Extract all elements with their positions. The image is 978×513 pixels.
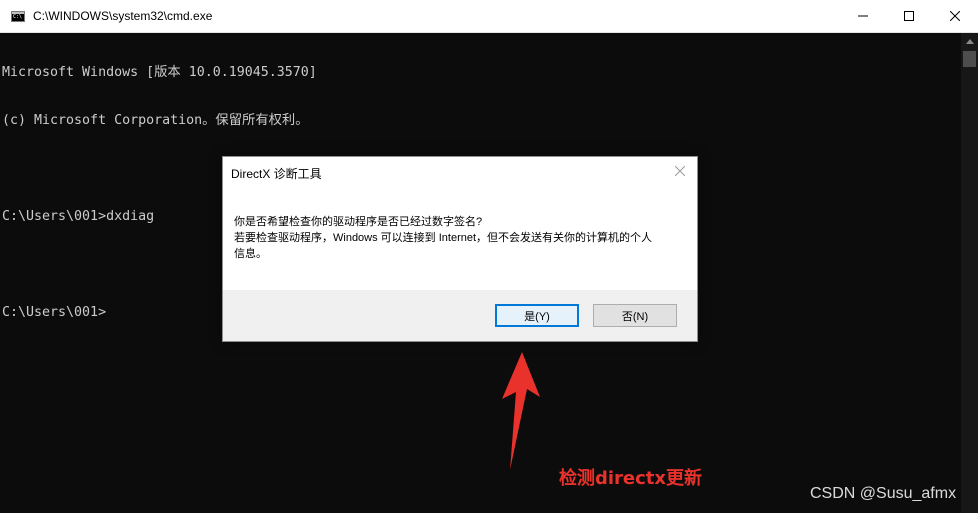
- dialog-close-button[interactable]: [673, 164, 687, 178]
- directx-dialog: DirectX 诊断工具 你是否希望检查你的驱动程序是否已经过数字签名? 若要检…: [222, 156, 698, 342]
- title-bar[interactable]: C:\ C:\WINDOWS\system32\cmd.exe: [0, 0, 978, 33]
- dialog-message: 你是否希望检查你的驱动程序是否已经过数字签名? 若要检查驱动程序，Windows…: [234, 214, 684, 262]
- close-button[interactable]: [932, 0, 978, 32]
- annotation-label: 检测directx更新: [559, 468, 703, 489]
- maximize-icon: [904, 11, 914, 21]
- watermark: CSDN @Susu_afmx: [810, 485, 957, 502]
- minimize-button[interactable]: [840, 0, 886, 32]
- console-line: (c) Microsoft Corporation。保留所有权利。: [2, 113, 309, 128]
- console-line: Microsoft Windows [版本 10.0.19045.3570]: [2, 65, 317, 80]
- dialog-message-line: 你是否希望检查你的驱动程序是否已经过数字签名?: [234, 216, 483, 228]
- minimize-icon: [858, 15, 868, 17]
- chevron-up-icon: [965, 39, 974, 44]
- cmd-icon: C:\: [11, 11, 25, 22]
- close-icon: [675, 166, 685, 176]
- cmd-window: C:\ C:\WINDOWS\system32\cmd.exe Microsof…: [0, 0, 978, 513]
- yes-button[interactable]: 是(Y): [495, 304, 579, 327]
- annotation-arrow-icon: [502, 352, 540, 470]
- maximize-button[interactable]: [886, 0, 932, 32]
- dialog-button-bar: 是(Y) 否(N): [223, 290, 697, 341]
- no-button[interactable]: 否(N): [593, 304, 677, 327]
- dialog-title: DirectX 诊断工具: [231, 167, 322, 181]
- dialog-message-line: 若要检查驱动程序，Windows 可以连接到 Internet，但不会发送有关你…: [234, 232, 653, 244]
- window-title: C:\WINDOWS\system32\cmd.exe: [33, 9, 213, 23]
- dialog-message-line: 信息。: [234, 248, 267, 260]
- vertical-scrollbar[interactable]: [961, 33, 978, 513]
- scroll-thumb[interactable]: [963, 51, 976, 67]
- close-icon: [950, 11, 960, 21]
- scroll-up-button[interactable]: [961, 33, 978, 50]
